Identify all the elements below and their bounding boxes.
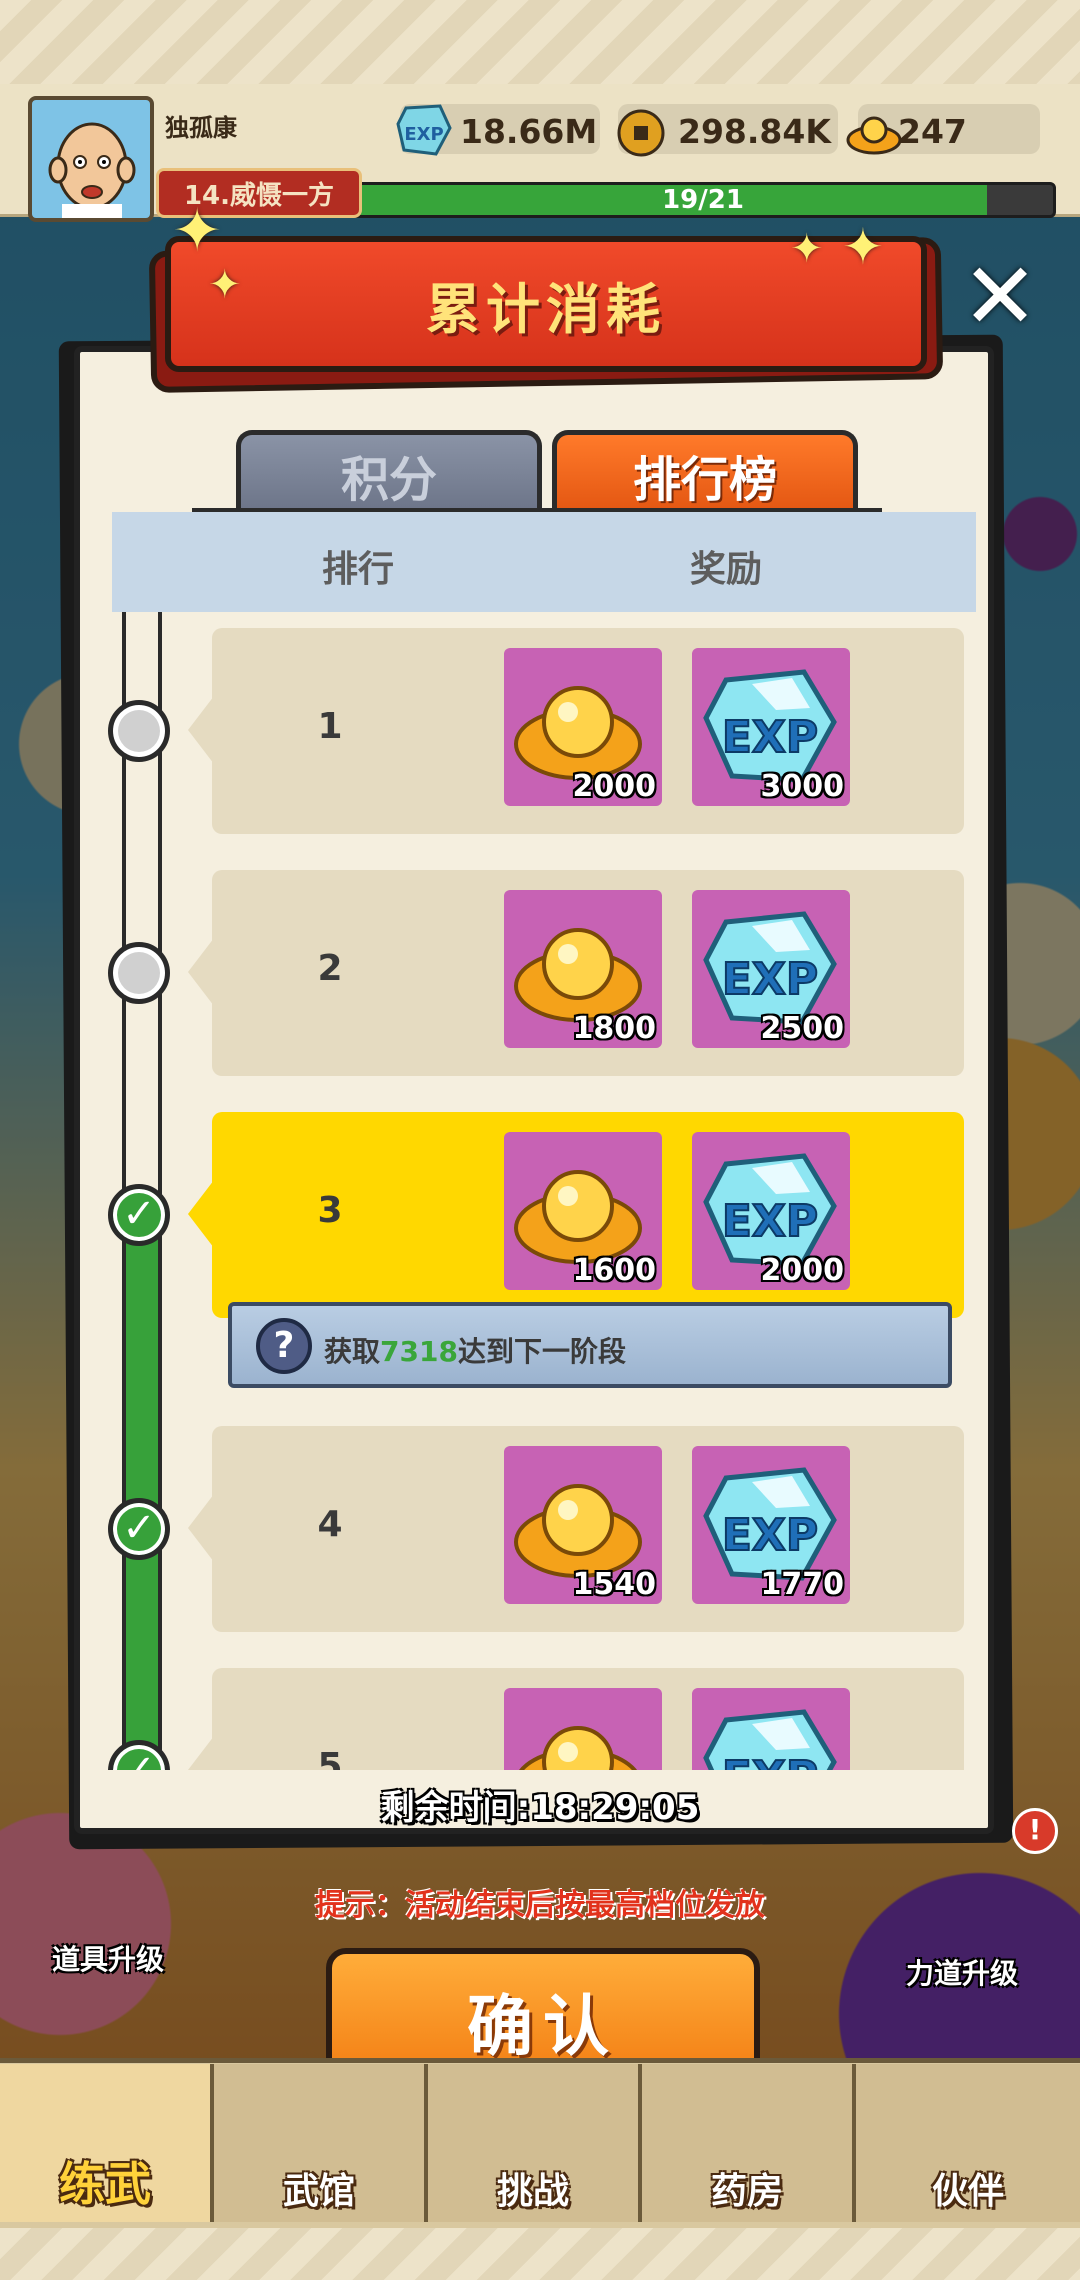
rank-number: 2 bbox=[317, 948, 343, 989]
rank-number: 4 bbox=[317, 1504, 343, 1545]
rank-row: 4 1540 EXP 1770 bbox=[212, 1426, 964, 1632]
column-reward-label: 奖励 bbox=[690, 549, 763, 590]
nav-partners[interactable]: 伙伴 bbox=[856, 2064, 1080, 2222]
row-pointer bbox=[188, 1494, 214, 1562]
item-upgrade-label[interactable]: 道具升级 bbox=[52, 1938, 164, 1978]
bottom-decorative-band bbox=[0, 2228, 1080, 2280]
rank-list[interactable]: 1 2000 EXP 3000 2 1800 EXP 2500 3 1600 EXP 2000 ✓ 4 15… bbox=[100, 612, 990, 1770]
sparkle-icon: ✦ bbox=[172, 196, 223, 266]
reward-quantity: 2000 bbox=[760, 1253, 845, 1288]
player-name: 独孤康 bbox=[165, 114, 237, 142]
gold-ingot-icon bbox=[504, 1688, 662, 1770]
dialog-title: 累计消耗 bbox=[426, 277, 666, 341]
tab-leaderboard[interactable]: 排行榜 bbox=[552, 430, 858, 515]
gold-ingot-reward[interactable]: 1800 bbox=[504, 890, 662, 1048]
exp-icon: EXP bbox=[396, 104, 452, 160]
rank-number: 1 bbox=[317, 706, 343, 747]
nav-dojo[interactable]: 武馆 bbox=[214, 2064, 428, 2222]
svg-text:EXP: EXP bbox=[722, 954, 818, 1005]
row-pointer bbox=[188, 938, 214, 1006]
column-rank-label: 排行 bbox=[322, 549, 395, 590]
gold-ingot-icon bbox=[846, 108, 902, 160]
alert-badge-icon: ! bbox=[1012, 1808, 1058, 1854]
exp-value: 18.66M bbox=[460, 112, 598, 151]
exp-reward[interactable]: EXP 3000 bbox=[692, 648, 850, 806]
reward-quantity: 1600 bbox=[572, 1253, 657, 1288]
rank-row: 5 EXP bbox=[212, 1668, 964, 1770]
exp-reward[interactable]: EXP 1770 bbox=[692, 1446, 850, 1604]
gold-ingot-reward[interactable] bbox=[504, 1688, 662, 1770]
rank-number: 5 bbox=[317, 1746, 343, 1770]
stage-node-icon bbox=[108, 700, 170, 762]
ingot-value: 247 bbox=[898, 112, 967, 151]
gold-ingot-reward[interactable]: 1540 bbox=[504, 1446, 662, 1604]
exp-crystal-icon: EXP bbox=[692, 1688, 850, 1770]
next-stage-hint: ? 获取7318达到下一阶段 bbox=[228, 1302, 952, 1388]
exp-reward[interactable]: EXP 2000 bbox=[692, 1132, 850, 1290]
svg-text:EXP: EXP bbox=[722, 1510, 818, 1561]
reward-quantity: 1800 bbox=[572, 1011, 657, 1046]
reward-quantity: 3000 bbox=[760, 769, 845, 804]
sparkle-icon: ✦ bbox=[790, 226, 824, 272]
rank-number: 3 bbox=[317, 1190, 343, 1231]
reward-quantity: 2500 bbox=[760, 1011, 845, 1046]
row-pointer bbox=[188, 696, 214, 764]
exp-reward[interactable]: EXP 2500 bbox=[692, 890, 850, 1048]
nav-pharmacy[interactable]: 药房 bbox=[642, 2064, 856, 2222]
sparkle-icon: ✦ bbox=[208, 262, 242, 308]
svg-text:EXP: EXP bbox=[722, 1196, 818, 1247]
check-icon: ✓ bbox=[108, 1184, 170, 1246]
nav-practice[interactable]: 练武 bbox=[0, 2064, 214, 2222]
hint-text: 获取7318达到下一阶段 bbox=[324, 1335, 626, 1368]
reward-quantity: 1540 bbox=[572, 1567, 657, 1602]
coin-value: 298.84K bbox=[678, 112, 831, 151]
gold-ingot-reward[interactable]: 1600 bbox=[504, 1132, 662, 1290]
svg-text:EXP: EXP bbox=[722, 1752, 818, 1770]
level-progress-bar: 19/21 bbox=[350, 182, 1056, 218]
column-header: 排行 奖励 bbox=[112, 512, 976, 612]
coin-icon bbox=[616, 108, 666, 162]
svg-text:EXP: EXP bbox=[404, 124, 443, 145]
rank-row: 3 1600 EXP 2000 bbox=[212, 1112, 964, 1318]
level-progress-text: 19/21 bbox=[662, 185, 744, 215]
strength-upgrade-label[interactable]: 力道升级 bbox=[906, 1952, 1018, 1992]
svg-text:EXP: EXP bbox=[722, 712, 818, 763]
row-pointer bbox=[188, 1736, 214, 1770]
reward-quantity: 2000 bbox=[572, 769, 657, 804]
avatar-face-icon bbox=[48, 122, 136, 218]
gold-ingot-reward[interactable]: 2000 bbox=[504, 648, 662, 806]
sparkle-icon: ✦ bbox=[842, 218, 884, 276]
hint-amount: 7318 bbox=[380, 1335, 458, 1368]
reward-tip: 提示：活动结束后按最高档位发放 bbox=[315, 1888, 765, 1923]
avatar[interactable] bbox=[28, 96, 154, 222]
progress-track-fill bbox=[126, 1210, 158, 1770]
reward-quantity: 1770 bbox=[760, 1567, 845, 1602]
question-icon[interactable]: ? bbox=[256, 1318, 312, 1374]
check-icon: ✓ bbox=[108, 1498, 170, 1560]
rank-row: 1 2000 EXP 3000 bbox=[212, 628, 964, 834]
stage-node-icon bbox=[108, 942, 170, 1004]
row-pointer bbox=[188, 1180, 214, 1248]
tab-points[interactable]: 积分 bbox=[236, 430, 542, 515]
nav-challenge[interactable]: 挑战 bbox=[428, 2064, 642, 2222]
remaining-time: 剩余时间:18:29:05 bbox=[380, 1788, 700, 1828]
rank-row: 2 1800 EXP 2500 bbox=[212, 870, 964, 1076]
top-decorative-band bbox=[0, 0, 1080, 87]
exp-reward[interactable]: EXP bbox=[692, 1688, 850, 1770]
close-icon[interactable]: ✕ bbox=[945, 242, 1055, 352]
